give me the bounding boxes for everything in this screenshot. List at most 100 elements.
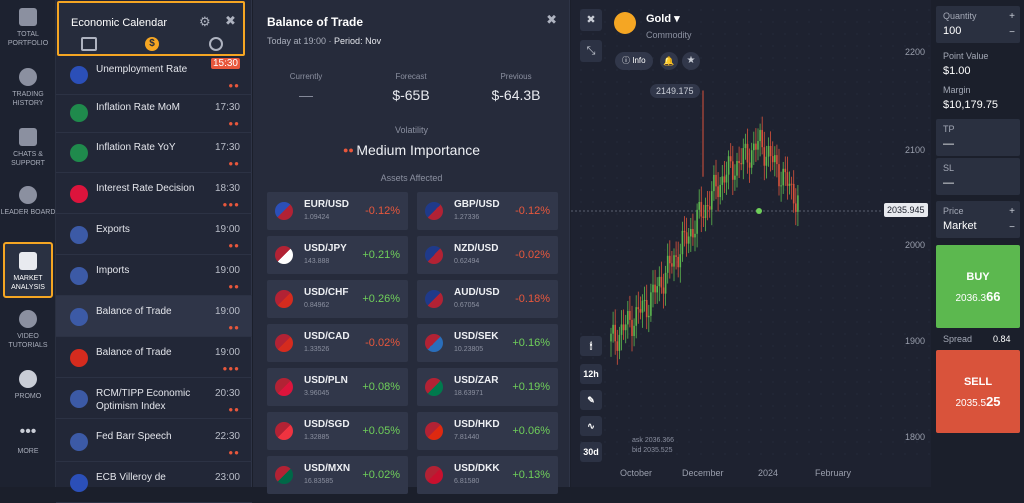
importance-dots: ●●: [228, 119, 240, 128]
affected-asset-card[interactable]: NZD/USD 0.62494 -0.02%: [417, 236, 558, 274]
alert-bell-icon[interactable]: 🔔: [660, 52, 678, 70]
country-flag-icon: [70, 267, 88, 285]
close-icon[interactable]: ✖: [225, 13, 236, 29]
affected-asset-card[interactable]: EUR/USD 1.09424 -0.12%: [267, 192, 408, 230]
candle-body: [698, 202, 700, 210]
affected-asset-card[interactable]: USD/HKD 7.81440 +0.06%: [417, 412, 558, 450]
calendar-event-row[interactable]: Interest Rate Decision 18:30 ●●●: [56, 173, 252, 214]
minus-icon: −: [1009, 222, 1015, 233]
affected-asset-card[interactable]: USD/CAD 1.33526 -0.02%: [267, 324, 408, 362]
tab-news-icon[interactable]: [81, 37, 97, 51]
timeframe-button[interactable]: 12h: [580, 364, 602, 384]
indicator-wave-icon[interactable]: ∿: [580, 416, 602, 436]
affected-asset-card[interactable]: USD/PLN 3.96045 +0.08%: [267, 368, 408, 406]
asset-price: 10.23805: [454, 346, 484, 353]
asset-price: 0.67054: [454, 302, 480, 309]
point-value-label: Point Value: [943, 51, 989, 61]
asset-change: +0.08%: [362, 381, 400, 393]
draw-pencil-icon[interactable]: ✎: [580, 390, 602, 410]
point-value: $1.00: [943, 65, 971, 77]
affected-asset-card[interactable]: USD/JPY 143.888 +0.21%: [267, 236, 408, 274]
nav-market-analysis[interactable]: MARKET ANALYSIS: [3, 242, 53, 298]
candle-body: [769, 145, 772, 157]
gold-asset-icon: [614, 12, 636, 34]
close-icon[interactable]: ✖: [546, 12, 557, 28]
close-chart-icon[interactable]: ✖: [580, 9, 602, 31]
calendar-event-row[interactable]: RCM/TIPP Economic Optimism Index 20:30 ●●: [56, 378, 252, 419]
affected-asset-card[interactable]: USD/SGD 1.32885 +0.05%: [267, 412, 408, 450]
gear-icon[interactable]: ⚙: [199, 14, 211, 30]
nav-trading-history[interactable]: TRADING HISTORY: [0, 68, 56, 108]
affected-asset-card[interactable]: USD/MXN 16.83585 +0.02%: [267, 456, 408, 494]
candle-body: [790, 183, 793, 185]
nav-promo[interactable]: PROMO: [0, 370, 56, 401]
candle-body: [746, 143, 749, 163]
nav-video-tutorials[interactable]: VIDEO TUTORIALS: [0, 310, 56, 350]
asset-change: +0.16%: [512, 337, 550, 349]
tab-bank-icon[interactable]: [209, 37, 223, 51]
calendar-event-row[interactable]: Inflation Rate YoY 17:30 ●●: [56, 132, 252, 173]
candle-body: [641, 300, 644, 313]
calendar-event-row[interactable]: Balance of Trade 19:00 ●●●: [56, 337, 252, 378]
event-time: 19:00: [214, 265, 240, 276]
candle-body: [792, 183, 795, 204]
tab-calendar-dollar-icon[interactable]: $: [145, 37, 159, 51]
info-button[interactable]: ⓘ Info: [615, 52, 653, 70]
affected-asset-card[interactable]: USD/SEK 10.23805 +0.16%: [417, 324, 558, 362]
price-type-field[interactable]: Price Market + −: [936, 201, 1020, 238]
asset-pair: USD/ZAR: [454, 375, 499, 386]
nav-leader-board[interactable]: LEADER BOARD: [0, 186, 56, 217]
candle-body: [727, 156, 730, 175]
calendar-event-row[interactable]: Inflation Rate MoM 17:30 ●●: [56, 92, 252, 133]
affected-asset-card[interactable]: GBP/USD 1.27336 -0.12%: [417, 192, 558, 230]
affected-asset-card[interactable]: AUD/USD 0.67054 -0.18%: [417, 280, 558, 318]
candle-body: [616, 341, 619, 351]
nav-more[interactable]: ••• MORE: [0, 424, 56, 456]
candle-body: [643, 300, 646, 302]
calendar-event-row[interactable]: ECB Villeroy de 23:00: [56, 462, 252, 503]
sell-button[interactable]: SELL 2035.525: [936, 350, 1020, 433]
calendar-event-row[interactable]: Exports 19:00 ●●: [56, 214, 252, 255]
affected-asset-card[interactable]: USD/DKK 6.81580 +0.13%: [417, 456, 558, 494]
asset-price: 1.33526: [304, 346, 330, 353]
calendar-event-row[interactable]: Imports 19:00 ●●: [56, 255, 252, 296]
candle-body: [687, 236, 690, 244]
collapse-icon[interactable]: ⤡: [580, 40, 602, 62]
flame-icon: [19, 370, 37, 388]
candle-body: [648, 315, 650, 318]
left-navigation: TOTAL PORTFOLIO TRADING HISTORY CHATS & …: [0, 0, 56, 487]
country-flag-icon: [70, 433, 88, 451]
candle-body: [759, 130, 761, 142]
asset-price: 6.81580: [454, 478, 480, 485]
calendar-event-row[interactable]: Balance of Trade 19:00 ●●: [56, 296, 252, 337]
asset-change: +0.26%: [362, 293, 400, 305]
affected-asset-card[interactable]: USD/ZAR 18.63971 +0.19%: [417, 368, 558, 406]
candle-body: [723, 176, 726, 183]
candle-body: [694, 233, 696, 238]
buy-button[interactable]: BUY 2036.366: [936, 245, 1020, 328]
nav-total-portfolio[interactable]: TOTAL PORTFOLIO: [0, 8, 56, 48]
live-price-dot: [756, 208, 762, 214]
y-tick: 1900: [905, 336, 926, 346]
affected-asset-card[interactable]: USD/CHF 0.84962 +0.26%: [267, 280, 408, 318]
minus-icon: −: [1009, 27, 1015, 38]
currency-flag-icon: [425, 334, 443, 352]
stop-loss-field[interactable]: SL —: [936, 158, 1020, 195]
calendar-event-row[interactable]: Unemployment Rate 15:30 ●●: [56, 54, 252, 95]
chart-svg: [571, 9, 930, 455]
take-profit-field[interactable]: TP —: [936, 119, 1020, 156]
nav-chats-support[interactable]: CHATS & SUPPORT: [0, 128, 56, 168]
price-chart[interactable]: [571, 0, 931, 487]
quantity-field[interactable]: Quantity 100 + −: [936, 6, 1020, 43]
candle-body: [774, 155, 776, 163]
volatility-label: Volatility: [394, 125, 429, 135]
event-name: RCM/TIPP Economic Optimism Index: [96, 388, 191, 412]
period-button[interactable]: 30d: [580, 442, 602, 462]
event-name: Inflation Rate YoY: [96, 142, 176, 153]
candle-type-icon[interactable]: 🕯: [580, 336, 602, 356]
calendar-event-row[interactable]: Fed Barr Speech 22:30 ●●: [56, 421, 252, 462]
asset-selector[interactable]: Gold ▾: [646, 12, 680, 25]
star-icon[interactable]: ★: [682, 52, 700, 70]
candle-body: [639, 309, 642, 313]
event-time: 20:30: [214, 388, 240, 399]
